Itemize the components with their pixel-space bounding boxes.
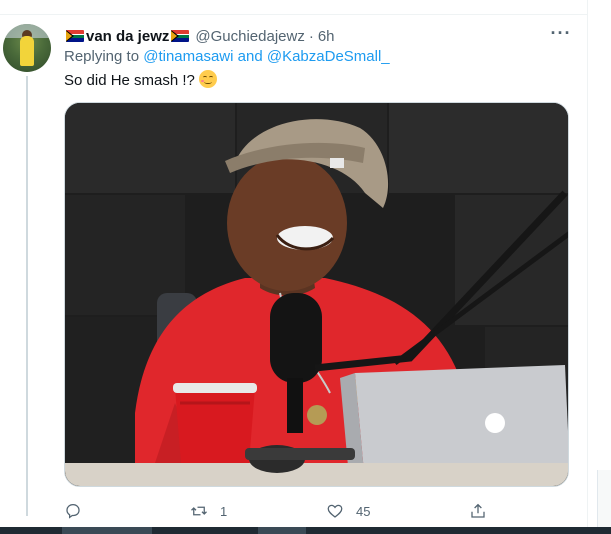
south-africa-flag-icon — [66, 30, 84, 42]
avatar[interactable] — [3, 24, 51, 72]
thread-line — [26, 76, 28, 516]
user-handle[interactable]: @Guchiedajewz — [195, 28, 304, 45]
south-africa-flag-icon — [171, 30, 190, 42]
taskbar — [0, 527, 611, 534]
display-name[interactable]: van da jewz — [86, 28, 169, 45]
reply-button[interactable] — [64, 500, 94, 522]
share-icon — [471, 503, 485, 518]
retweet-icon — [191, 506, 207, 516]
reply-icon — [66, 503, 80, 519]
timestamp[interactable]: 6h — [318, 28, 335, 45]
taskbar-item[interactable] — [62, 527, 152, 534]
side-panel-edge — [597, 470, 611, 527]
separator-dot: · — [308, 27, 314, 45]
taskbar-item[interactable] — [258, 527, 306, 534]
tweet-header: van da jewz @Guchiedajewz · 6h — [64, 26, 335, 46]
retweet-count: 1 — [220, 503, 228, 519]
tweet-actions: 1 45 — [64, 500, 569, 522]
more-horizontal-icon[interactable]: ··· — [550, 24, 572, 46]
retweet-button[interactable]: 1 — [190, 500, 227, 522]
heart-icon — [327, 504, 343, 518]
tweet-body: So did He smash !? — [64, 72, 195, 89]
divider — [0, 14, 588, 15]
photo-illustration — [65, 103, 568, 486]
tweet-text: So did He smash !? — [64, 70, 217, 89]
mention-link[interactable]: @tinamasawi — [143, 48, 233, 65]
mention-link[interactable]: @KabzaDeSmall_ — [267, 48, 390, 65]
replying-prefix: Replying to — [64, 48, 140, 65]
relieved-face-emoji-icon — [198, 70, 217, 88]
tweet-photo[interactable] — [64, 102, 569, 487]
replying-to: Replying to @tinamasawi and @KabzaDeSmal… — [64, 48, 390, 65]
tweet[interactable]: van da jewz @Guchiedajewz · 6h ··· Reply… — [0, 0, 588, 534]
like-button[interactable]: 45 — [326, 500, 370, 522]
mention-conjunction[interactable]: and — [238, 48, 263, 65]
share-button[interactable] — [469, 500, 499, 522]
like-count: 45 — [356, 503, 371, 519]
